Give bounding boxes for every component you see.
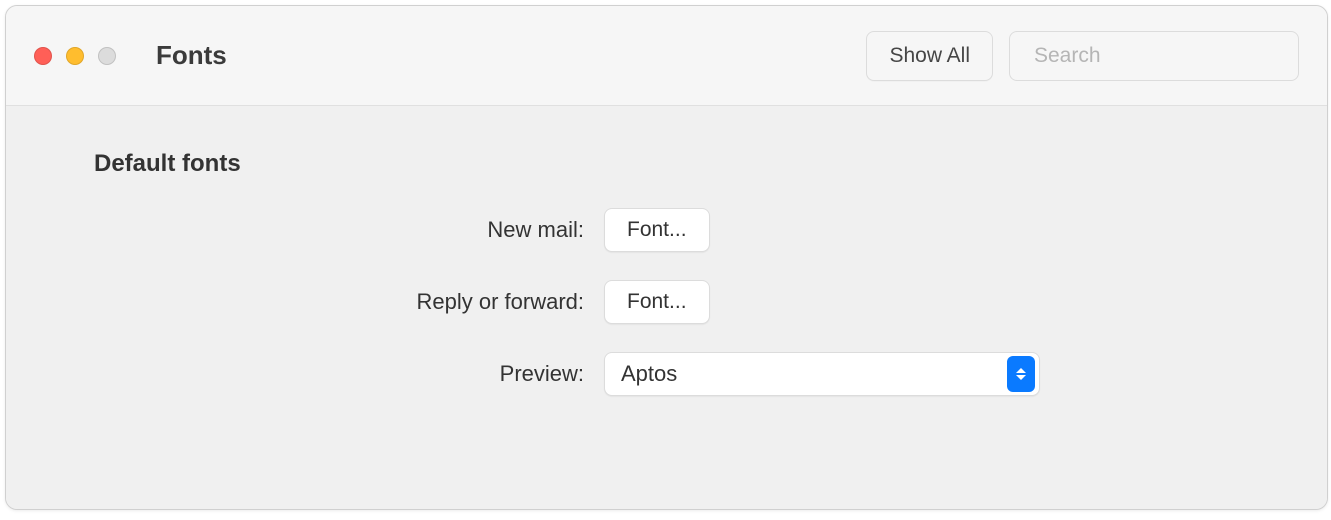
popup-arrows-icon (1007, 356, 1035, 392)
show-all-label: Show All (889, 44, 970, 68)
preview-font-popup[interactable]: Aptos (604, 352, 1040, 396)
search-field[interactable] (1009, 31, 1299, 81)
chevron-up-icon (1016, 368, 1026, 373)
zoom-window-button[interactable] (98, 47, 116, 65)
reply-forward-font-button-label: Font... (627, 290, 687, 314)
search-input[interactable] (1034, 44, 1305, 68)
minimize-window-button[interactable] (66, 47, 84, 65)
preferences-window: Fonts Show All Default fonts New mail: F… (5, 5, 1328, 510)
section-heading: Default fonts (94, 150, 1239, 178)
content-area: Default fonts New mail: Font... Reply or… (6, 106, 1327, 509)
preview-font-value: Aptos (621, 361, 1007, 387)
window-controls (34, 47, 116, 65)
window-title: Fonts (156, 40, 227, 71)
show-all-button[interactable]: Show All (866, 31, 993, 81)
row-new-mail: New mail: Font... (94, 208, 1239, 252)
row-reply-forward: Reply or forward: Font... (94, 280, 1239, 324)
close-window-button[interactable] (34, 47, 52, 65)
label-reply-forward: Reply or forward: (94, 289, 604, 315)
row-preview: Preview: Aptos (94, 352, 1239, 396)
label-preview: Preview: (94, 361, 604, 387)
new-mail-font-button[interactable]: Font... (604, 208, 710, 252)
new-mail-font-button-label: Font... (627, 218, 687, 242)
titlebar: Fonts Show All (6, 6, 1327, 106)
chevron-down-icon (1016, 375, 1026, 380)
reply-forward-font-button[interactable]: Font... (604, 280, 710, 324)
label-new-mail: New mail: (94, 217, 604, 243)
